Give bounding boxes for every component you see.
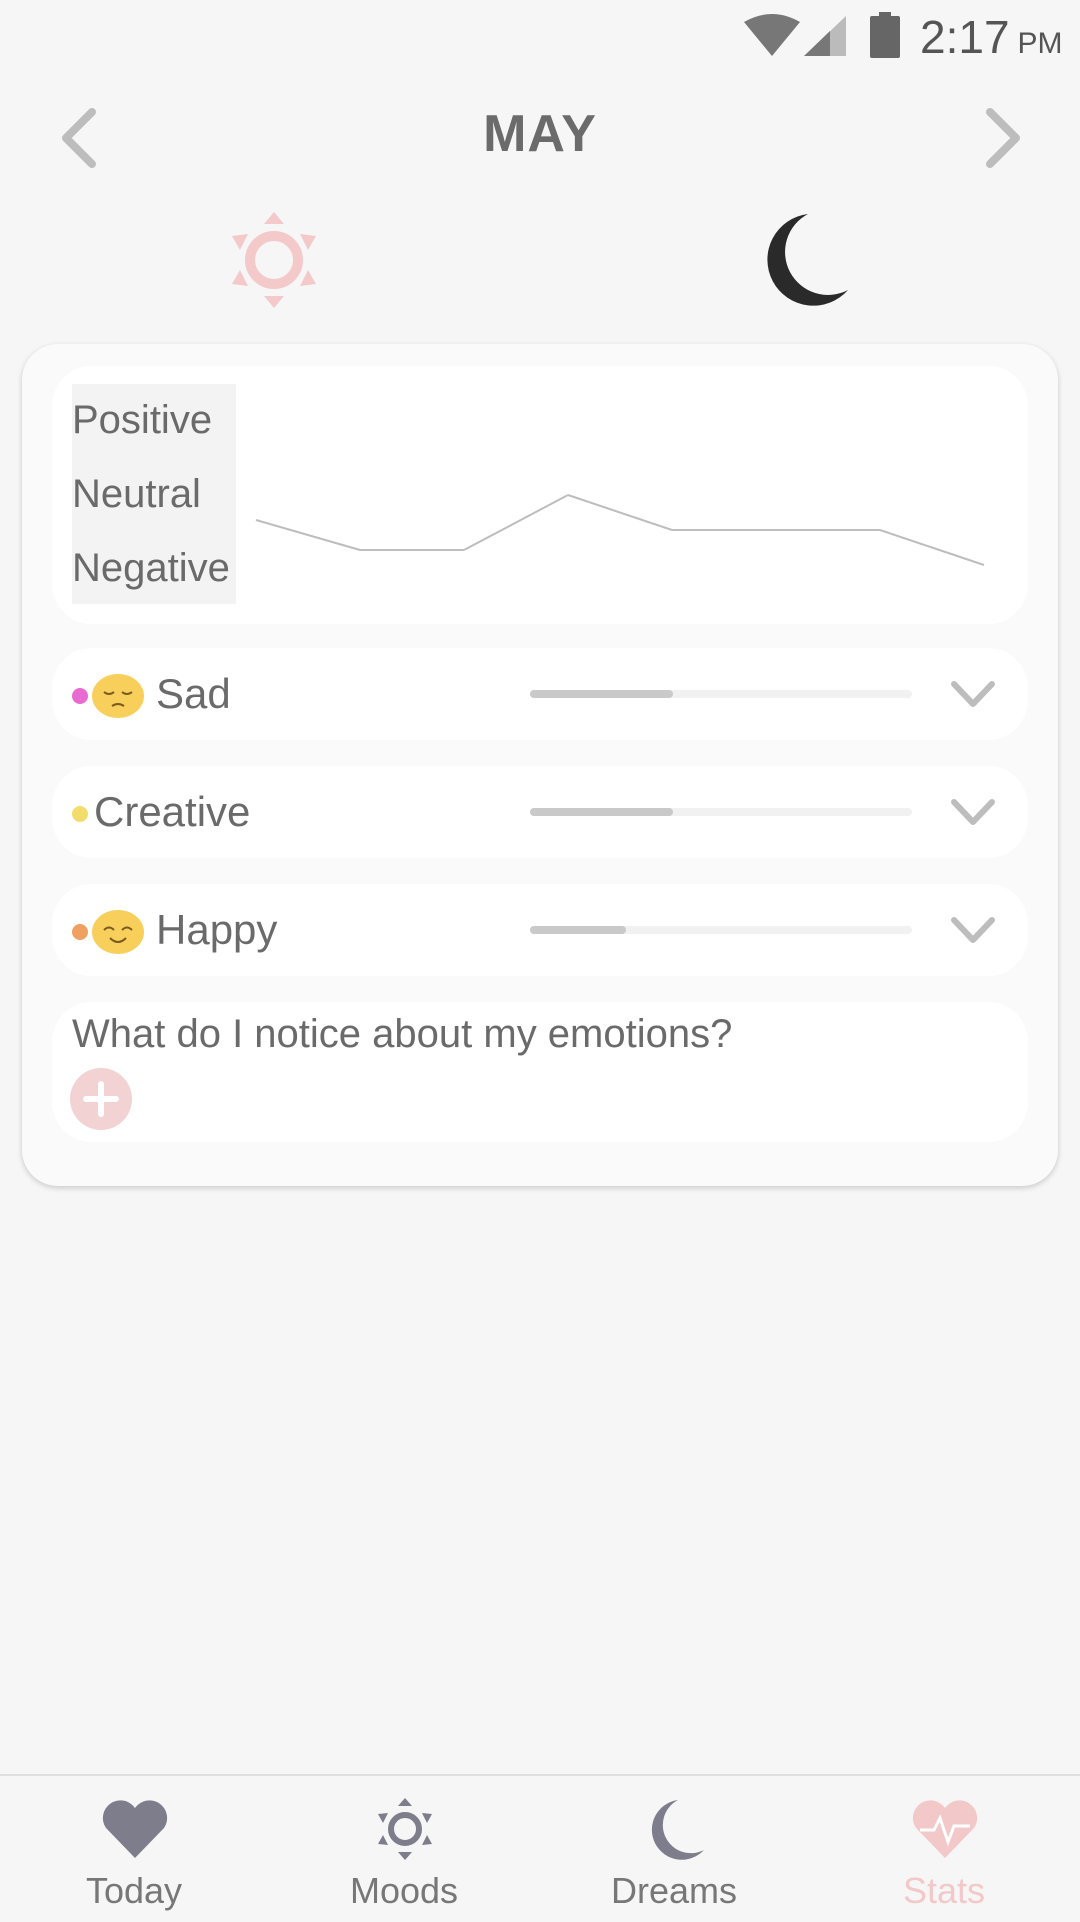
chart-line-segment <box>255 519 361 551</box>
y-label-positive: Positive <box>72 398 213 442</box>
moon-icon <box>767 214 848 306</box>
notes-prompt: What do I notice about my emotions? <box>72 1012 733 1056</box>
next-month-button[interactable] <box>970 100 1030 180</box>
emotion-color-dot <box>72 806 88 822</box>
heart-pulse-icon <box>912 1800 978 1858</box>
sad-face-icon <box>92 674 144 718</box>
emotion-row-creative[interactable]: Creative <box>52 766 1028 858</box>
chevron-down-icon[interactable] <box>948 910 998 950</box>
emotion-notes-panel: What do I notice about my emotions? <box>52 1002 1028 1142</box>
happy-face-icon <box>92 910 144 954</box>
nav-dreams[interactable]: Dreams <box>574 1776 774 1922</box>
heart-icon <box>102 1800 168 1858</box>
emotion-row-sad[interactable]: Sad <box>52 648 1028 740</box>
emotion-color-dot <box>72 688 88 704</box>
emotion-level-fill <box>530 690 674 698</box>
emotion-label: Sad <box>156 670 231 717</box>
sun-icon <box>378 1798 432 1860</box>
add-note-button[interactable] <box>70 1068 132 1130</box>
nav-label: Moods <box>349 1870 459 1911</box>
sun-icon <box>232 212 316 308</box>
emotion-level-fill <box>530 808 674 816</box>
chart-line-segment <box>879 529 985 566</box>
plus-icon <box>83 1081 119 1117</box>
mood-line-chart <box>255 494 985 566</box>
chart-y-axis-labels: Positive Neutral Negative <box>72 384 236 604</box>
chevron-down-icon[interactable] <box>948 674 998 714</box>
clock: 2:17 PM <box>920 11 1063 63</box>
emotion-level-bar <box>530 808 912 816</box>
month-title: MAY <box>483 105 597 163</box>
chart-line-segment <box>567 494 673 531</box>
emotion-color-dot <box>72 924 88 940</box>
status-bar: 2:17 PM <box>0 0 1080 76</box>
emotion-row-happy[interactable]: Happy <box>52 884 1028 976</box>
night-mode-toggle[interactable] <box>760 210 852 310</box>
emotion-label: Creative <box>94 788 251 835</box>
moon-icon <box>651 1800 704 1860</box>
chevron-down-icon[interactable] <box>948 792 998 832</box>
emotion-level-fill <box>530 926 626 934</box>
signal-icon <box>804 16 846 56</box>
emotion-level-bar <box>530 690 912 698</box>
nav-moods[interactable]: Moods <box>304 1776 504 1922</box>
emotion-label: Happy <box>156 906 278 953</box>
emotion-level-bar <box>530 926 912 934</box>
battery-icon <box>870 12 900 58</box>
y-label-neutral: Neutral <box>72 472 201 516</box>
bottom-navigation: Today Moods Dreams Stats <box>0 1774 1080 1922</box>
chevron-right-icon <box>986 108 1020 168</box>
nav-today[interactable]: Today <box>34 1776 234 1922</box>
nav-label: Dreams <box>610 1870 738 1911</box>
wifi-icon <box>744 14 800 56</box>
day-mode-toggle[interactable] <box>228 210 320 310</box>
chart-line-segment <box>463 494 569 551</box>
nav-label: Stats <box>902 1870 986 1911</box>
nav-label: Today <box>85 1870 183 1911</box>
y-label-negative: Negative <box>72 546 230 590</box>
nav-stats[interactable]: Stats <box>844 1776 1044 1922</box>
